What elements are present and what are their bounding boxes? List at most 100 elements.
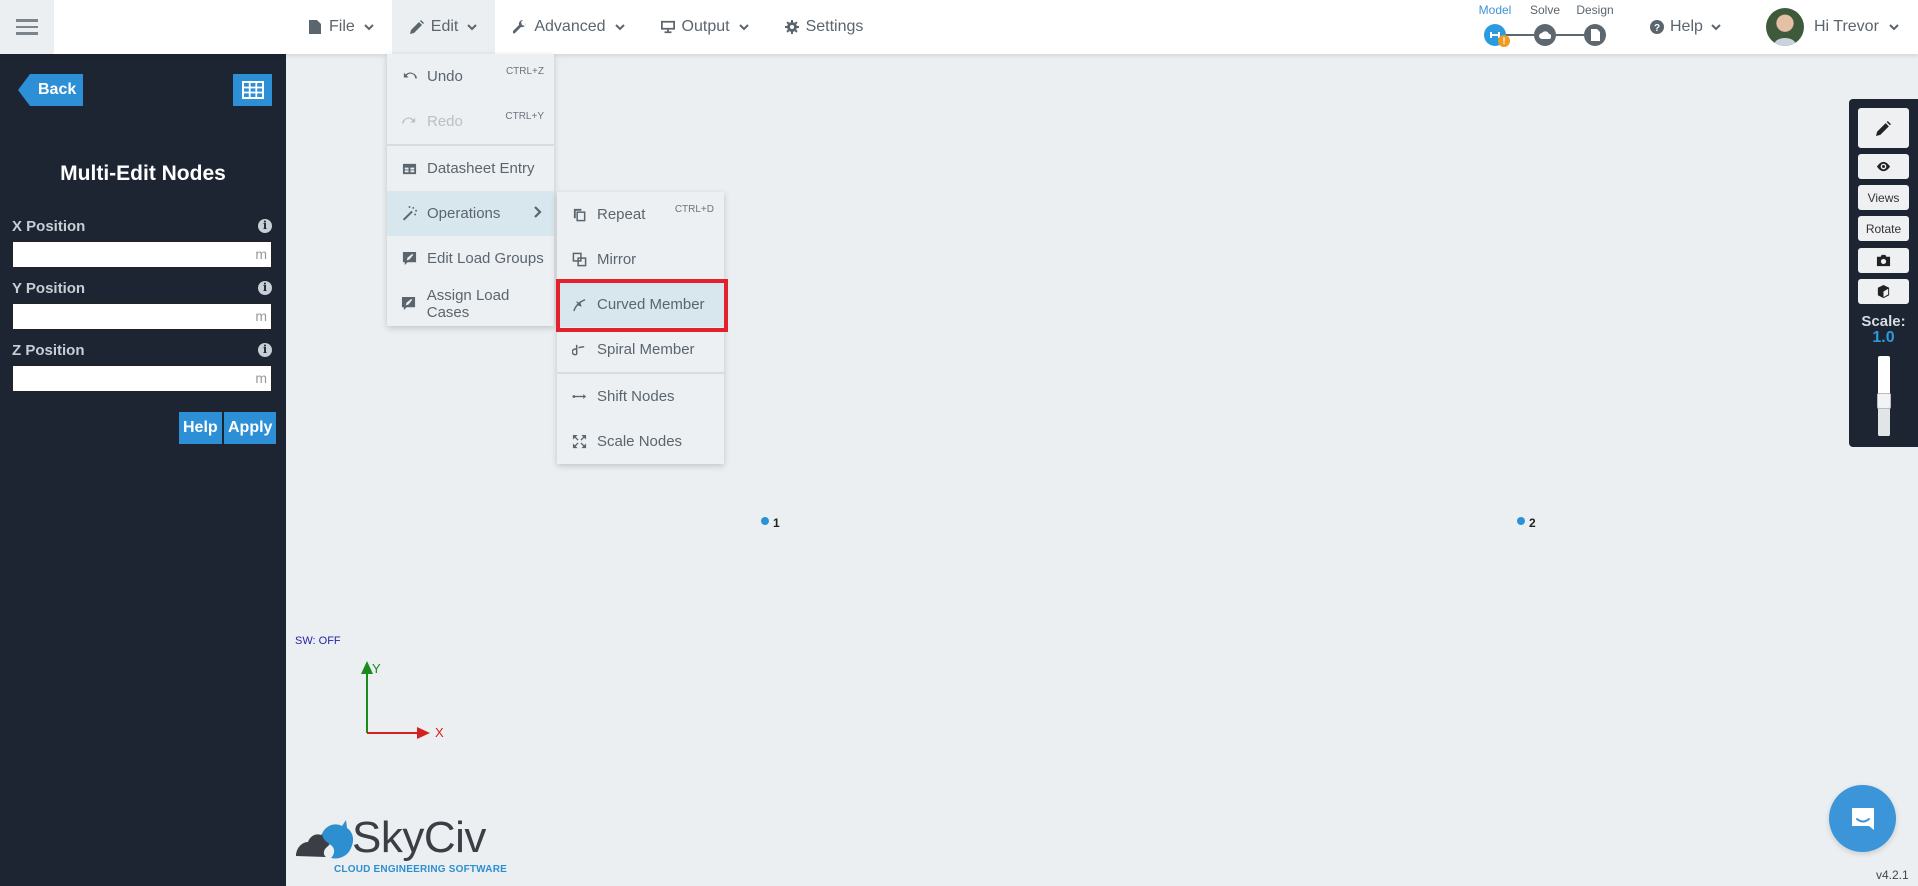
nav-settings-label: Settings bbox=[805, 18, 864, 35]
step-connector bbox=[1556, 34, 1584, 36]
menu-item-edit-load-groups[interactable]: Edit Load Groups bbox=[387, 236, 554, 281]
menu-item-label: Undo bbox=[427, 68, 463, 85]
hamburger-icon bbox=[16, 19, 38, 22]
menu-item-undo[interactable]: Undo CTRL+Z bbox=[387, 54, 554, 99]
z-position-field: Z Position i m bbox=[12, 340, 272, 392]
menu-item-assign-load-cases[interactable]: Assign Load Cases bbox=[387, 281, 554, 326]
3d-view-button[interactable] bbox=[1858, 279, 1909, 304]
nav-output[interactable]: Output bbox=[643, 0, 767, 54]
menu-item-label: Operations bbox=[427, 205, 501, 222]
y-position-input[interactable] bbox=[13, 304, 271, 329]
logo-wordmark: SkyCiv bbox=[352, 813, 486, 862]
step-connector bbox=[1506, 34, 1534, 36]
skyciv-logo-icon bbox=[296, 820, 354, 859]
shortcut-label: CTRL+D bbox=[674, 204, 714, 215]
apply-button[interactable]: Apply bbox=[224, 412, 277, 444]
info-icon[interactable]: i bbox=[258, 219, 272, 233]
menu-item-shift-nodes[interactable]: Shift Nodes bbox=[557, 374, 724, 419]
views-button[interactable]: Views bbox=[1858, 185, 1909, 210]
slider-handle[interactable] bbox=[1877, 393, 1891, 409]
curve-icon bbox=[571, 297, 587, 313]
chat-support-button[interactable] bbox=[1829, 785, 1896, 852]
version-label: v4.2.1 bbox=[1876, 868, 1909, 882]
step-design-label: Design bbox=[1576, 3, 1614, 17]
z-position-label: Z Position bbox=[12, 341, 85, 359]
y-position-label: Y Position bbox=[12, 279, 86, 297]
comment-edit-icon bbox=[401, 251, 417, 267]
node-2[interactable] bbox=[1517, 517, 1525, 525]
nav-advanced[interactable]: Advanced bbox=[495, 0, 642, 54]
menu-item-operations[interactable]: Operations bbox=[387, 191, 554, 236]
help-menu[interactable]: ? Help bbox=[1650, 0, 1721, 54]
unit-label: m bbox=[255, 370, 267, 386]
sidebar-panel: Back Multi-Edit Nodes X Position i m Y Po… bbox=[0, 54, 286, 886]
node-label: 2 bbox=[1529, 516, 1536, 530]
logo-tagline: CLOUD ENGINEERING SOFTWARE bbox=[334, 864, 507, 875]
unit-label: m bbox=[255, 246, 267, 262]
file-icon bbox=[309, 20, 321, 34]
chevron-down-icon bbox=[614, 24, 625, 31]
shortcut-label: CTRL+Y bbox=[505, 111, 544, 122]
scale-slider[interactable] bbox=[1877, 356, 1891, 436]
z-position-input[interactable] bbox=[13, 366, 271, 391]
menu-item-mirror[interactable]: Mirror bbox=[557, 237, 724, 282]
visibility-button[interactable] bbox=[1858, 154, 1909, 179]
menu-item-scale-nodes[interactable]: Scale Nodes bbox=[557, 419, 724, 464]
x-position-input[interactable] bbox=[13, 242, 271, 267]
edit-mode-button[interactable] bbox=[1858, 108, 1909, 148]
hamburger-menu-button[interactable] bbox=[0, 0, 54, 54]
nav-file[interactable]: File bbox=[290, 0, 392, 54]
chevron-down-icon bbox=[467, 24, 478, 31]
warning-badge: ! bbox=[1498, 35, 1510, 47]
unit-label: m bbox=[255, 308, 267, 324]
menu-item-curved-member[interactable]: Curved Member bbox=[557, 282, 724, 327]
chevron-right-icon bbox=[534, 206, 542, 218]
node-label: 1 bbox=[773, 516, 780, 530]
right-toolbar: Views Rotate Scale: 1.0 bbox=[1849, 99, 1918, 447]
spiral-icon bbox=[571, 342, 587, 358]
self-weight-status: SW: OFF bbox=[295, 635, 341, 647]
y-position-field: Y Position i m bbox=[12, 278, 272, 330]
menu-item-label: Datasheet Entry bbox=[427, 160, 535, 177]
chevron-down-icon bbox=[1711, 24, 1721, 31]
menu-item-label: Spiral Member bbox=[597, 341, 695, 358]
gear-icon bbox=[784, 20, 799, 34]
operations-submenu: Repeat CTRL+D Mirror Curved Member Spira… bbox=[557, 192, 724, 464]
scale-value: 1.0 bbox=[1872, 329, 1895, 346]
nav-settings[interactable]: Settings bbox=[767, 0, 882, 54]
undo-icon bbox=[401, 69, 417, 85]
node-1[interactable] bbox=[761, 517, 769, 525]
help-button[interactable]: Help bbox=[179, 412, 222, 444]
menu-item-redo[interactable]: Redo CTRL+Y bbox=[387, 99, 554, 144]
menu-item-spiral-member[interactable]: Spiral Member bbox=[557, 327, 724, 372]
screenshot-button[interactable] bbox=[1858, 248, 1909, 273]
x-axis-label: X bbox=[435, 725, 444, 740]
svg-text:?: ? bbox=[1654, 23, 1660, 34]
x-position-label: X Position bbox=[12, 217, 86, 235]
step-design[interactable]: Design bbox=[1570, 0, 1620, 46]
step-solve[interactable]: Solve bbox=[1520, 0, 1570, 46]
main-nav: File Edit Advanced Output Settings bbox=[290, 0, 881, 54]
wrench-icon bbox=[513, 20, 527, 34]
back-button[interactable]: Back bbox=[18, 74, 84, 106]
menu-item-datasheet-entry[interactable]: Datasheet Entry bbox=[387, 146, 554, 191]
menu-item-label: Redo bbox=[427, 113, 463, 130]
datasheet-button[interactable] bbox=[233, 74, 272, 106]
rotate-button[interactable]: Rotate bbox=[1858, 216, 1909, 241]
menu-item-repeat[interactable]: Repeat CTRL+D bbox=[557, 192, 724, 237]
chevron-down-icon bbox=[738, 24, 749, 31]
user-menu[interactable]: Hi Trevor bbox=[1766, 0, 1899, 54]
info-icon[interactable]: i bbox=[258, 281, 272, 295]
info-icon[interactable]: i bbox=[258, 343, 272, 357]
workflow-steps: Model ! Solve Design bbox=[1470, 0, 1620, 54]
table-icon bbox=[401, 161, 417, 177]
menu-item-label: Curved Member bbox=[597, 296, 705, 313]
hamburger-icon-line bbox=[16, 25, 38, 29]
step-model[interactable]: Model ! bbox=[1470, 0, 1520, 47]
nav-advanced-label: Advanced bbox=[534, 18, 606, 35]
chevron-down-icon bbox=[1889, 24, 1899, 31]
question-circle-icon: ? bbox=[1650, 20, 1664, 34]
nav-edit[interactable]: Edit bbox=[391, 0, 496, 54]
copy-icon bbox=[571, 207, 587, 223]
menu-item-label: Shift Nodes bbox=[597, 388, 675, 405]
